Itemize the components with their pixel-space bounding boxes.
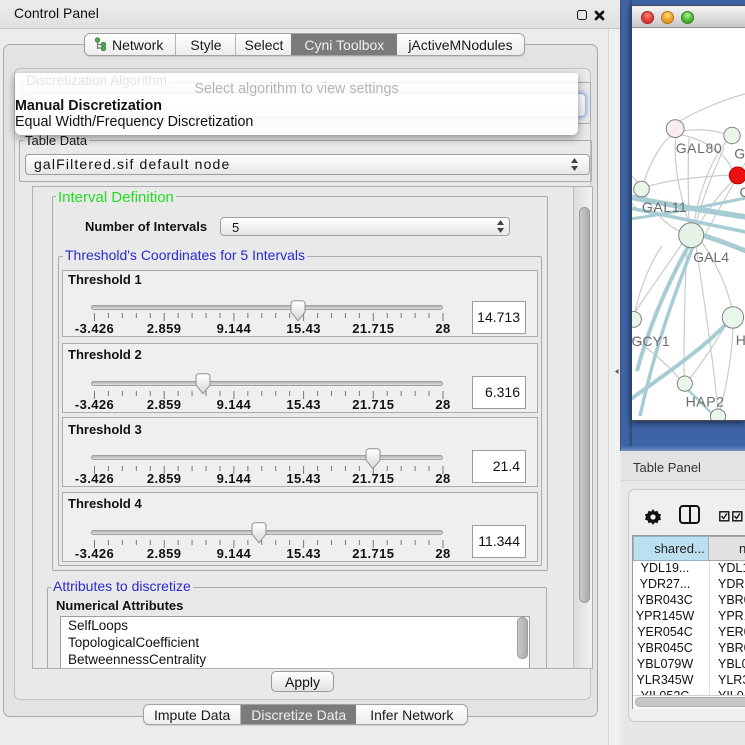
svg-text:GAL4: GAL4	[693, 249, 729, 265]
svg-text:GAL80: GAL80	[676, 140, 723, 156]
svg-text:GAL11: GAL11	[642, 199, 688, 215]
svg-text:GCY1: GCY1	[632, 333, 670, 349]
svg-text:HAP2: HAP2	[686, 394, 725, 410]
svg-text:H: H	[736, 332, 745, 348]
svg-text:C: C	[740, 184, 745, 200]
svg-text:GA: GA	[734, 145, 745, 161]
